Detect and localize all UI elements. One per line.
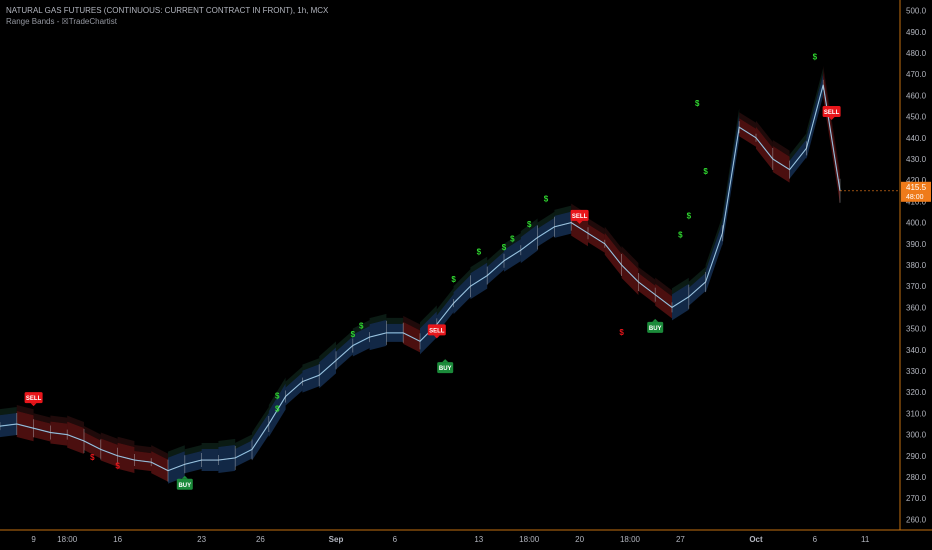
price-tick-label: 280.0 [906,473,927,482]
time-tick-label: 9 [31,535,36,544]
signal-label: BUY [649,326,662,332]
red-dollar-mark: $ [115,462,120,471]
green-dollar-mark: $ [359,322,364,331]
time-tick-label: 6 [393,535,398,544]
time-tick-label: 18:00 [620,535,641,544]
time-tick-label: 18:00 [519,535,540,544]
price-tick-label: 330.0 [906,367,927,376]
signal-label: SELL [429,328,445,334]
time-tick-label: Oct [749,535,763,544]
price-tick-label: 360.0 [906,303,927,312]
signal-label: SELL [26,396,42,402]
price-tick-label: 260.0 [906,515,927,524]
time-tick-label: 6 [813,535,818,544]
time-tick-label: 13 [474,535,483,544]
price-tick-label: 310.0 [906,409,927,418]
green-dollar-mark: $ [527,220,532,229]
symbol-title[interactable]: NATURAL GAS FUTURES (CONTINUOUS: CURRENT… [6,6,328,15]
signal-label: BUY [439,366,452,372]
price-tick-label: 490.0 [906,28,927,37]
price-tick-label: 300.0 [906,431,927,440]
price-tick-label: 270.0 [906,494,927,503]
green-dollar-mark: $ [544,194,549,203]
green-dollar-mark: $ [695,99,700,108]
green-dollar-mark: $ [275,392,280,401]
price-tick-label: 380.0 [906,261,927,270]
price-tick-label: 450.0 [906,113,927,122]
price-tick-label: 480.0 [906,49,927,58]
last-price-value: 415.5 [906,183,927,192]
price-tick-label: 320.0 [906,388,927,397]
red-dollar-mark: $ [619,328,624,337]
price-tick-label: 500.0 [906,7,927,16]
time-tick-label: 27 [676,535,685,544]
time-tick-label: 26 [256,535,265,544]
price-tick-label: 470.0 [906,70,927,79]
last-price-tag: 415.5 48:00 [901,181,931,202]
green-dollar-mark: $ [451,275,456,284]
price-tick-label: 400.0 [906,219,927,228]
time-tick-label: 16 [113,535,122,544]
last-price-countdown: 48:00 [906,194,924,201]
time-tick-label: 11 [861,535,870,544]
band-outer-segment [201,443,219,450]
green-dollar-mark: $ [502,243,507,252]
time-tick-label: 18:00 [57,535,78,544]
price-tick-label: 430.0 [906,155,927,164]
time-tick-label: Sep [329,535,344,544]
price-tick-label: 370.0 [906,282,927,291]
green-dollar-mark: $ [510,235,515,244]
chart-canvas[interactable]: SELLBUYSELLBUYSELLBUYSELL$$$$$$$$ $$$$$$$… [0,0,932,550]
green-dollar-mark: $ [351,330,356,339]
price-tick-label: 290.0 [906,452,927,461]
green-dollar-mark: $ [687,211,692,220]
price-tick-label: 350.0 [906,325,927,334]
price-tick-label: 460.0 [906,91,927,100]
green-dollar-mark: $ [813,52,818,61]
time-tick-label: 23 [197,535,206,544]
red-dollar-mark: $ [90,453,95,462]
band-outer-segment [386,317,404,324]
indicator-label[interactable]: Range Bands - ☒TradeChartist [6,17,117,26]
green-dollar-mark: $ [678,230,683,239]
price-tick-label: 390.0 [906,240,927,249]
price-tick-label: 340.0 [906,346,927,355]
time-tick-label: 20 [575,535,584,544]
green-dollar-mark: $ [703,167,708,176]
signal-label: SELL [572,214,588,220]
signal-label: BUY [178,483,191,489]
green-dollar-mark: $ [477,247,482,256]
signal-label: SELL [824,110,840,116]
green-dollar-mark: $ [275,404,280,413]
price-tick-label: 440.0 [906,134,927,143]
